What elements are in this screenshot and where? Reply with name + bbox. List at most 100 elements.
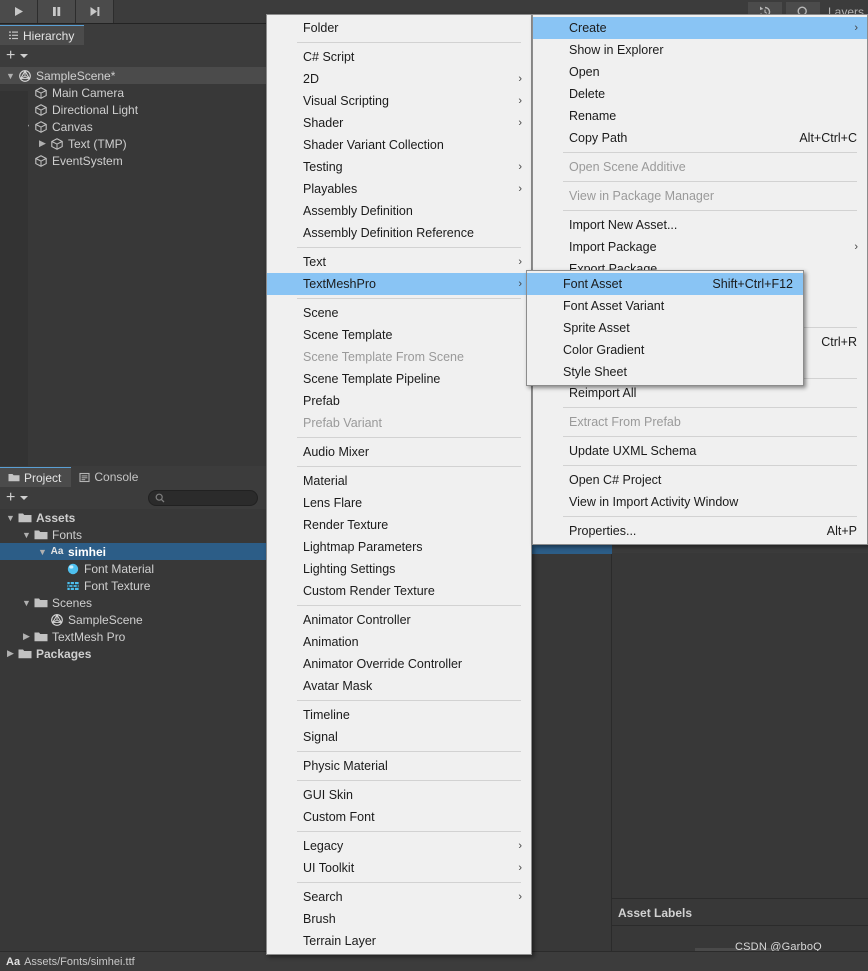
- menu-item[interactable]: Assembly Definition: [267, 200, 531, 222]
- project-item[interactable]: Font Material: [0, 560, 266, 577]
- menu-separator: [563, 465, 857, 466]
- tree-item-icon-wrap: [17, 69, 33, 83]
- menu-item[interactable]: Color Gradient: [527, 339, 803, 361]
- hierarchy-tabrow: Hierarchy: [0, 24, 266, 45]
- menu-item[interactable]: Signal: [267, 726, 531, 748]
- menu-item[interactable]: Animation: [267, 631, 531, 653]
- tab-project[interactable]: Project: [0, 467, 71, 487]
- create-context-menu[interactable]: FolderC# Script2D›Visual Scripting›Shade…: [266, 14, 532, 955]
- project-item[interactable]: Font Texture: [0, 577, 266, 594]
- hierarchy-item[interactable]: ▼SampleScene*: [0, 67, 266, 84]
- menu-item[interactable]: Copy PathAlt+Ctrl+C: [533, 127, 867, 149]
- menu-item[interactable]: C# Script: [267, 46, 531, 68]
- hierarchy-item[interactable]: EventSystem: [0, 152, 266, 169]
- project-item[interactable]: ▼Aasimhei: [0, 543, 266, 560]
- tab-project-label: Project: [24, 471, 61, 485]
- menu-item[interactable]: Font AssetShift+Ctrl+F12: [527, 273, 803, 295]
- project-item[interactable]: ▼Fonts: [0, 526, 266, 543]
- menu-item[interactable]: Timeline: [267, 704, 531, 726]
- project-item[interactable]: ▼Assets: [0, 509, 266, 526]
- menu-item[interactable]: Create›: [533, 17, 867, 39]
- step-button[interactable]: [76, 0, 114, 23]
- menu-item[interactable]: Open C# Project: [533, 469, 867, 491]
- menu-item[interactable]: Search›: [267, 886, 531, 908]
- menu-item[interactable]: Sprite Asset: [527, 317, 803, 339]
- menu-item[interactable]: Scene Template: [267, 324, 531, 346]
- menu-item[interactable]: Prefab: [267, 390, 531, 412]
- menu-item[interactable]: Scene Template Pipeline: [267, 368, 531, 390]
- menu-item[interactable]: Animator Override Controller: [267, 653, 531, 675]
- menu-item[interactable]: Avatar Mask: [267, 675, 531, 697]
- project-add-button[interactable]: +: [6, 490, 15, 506]
- menu-item[interactable]: Style Sheet: [527, 361, 803, 383]
- menu-item[interactable]: TextMeshPro›: [267, 273, 531, 295]
- project-item[interactable]: ▶TextMesh Pro: [0, 628, 266, 645]
- tab-hierarchy[interactable]: Hierarchy: [0, 25, 84, 45]
- project-item[interactable]: ▼Scenes: [0, 594, 266, 611]
- menu-separator: [297, 605, 521, 606]
- menu-item[interactable]: Lighting Settings: [267, 558, 531, 580]
- menu-item[interactable]: Open: [533, 61, 867, 83]
- hierarchy-tree[interactable]: ▼SampleScene*Main CameraDirectional Ligh…: [0, 67, 266, 169]
- project-item[interactable]: SampleScene: [0, 611, 266, 628]
- twisty-down-icon[interactable]: ▼: [20, 598, 33, 608]
- menu-item[interactable]: GUI Skin: [267, 784, 531, 806]
- menu-item[interactable]: Physic Material: [267, 755, 531, 777]
- tab-console[interactable]: Console: [71, 467, 148, 487]
- hierarchy-item[interactable]: Main Camera: [0, 84, 266, 101]
- menu-item[interactable]: Folder: [267, 17, 531, 39]
- menu-item[interactable]: Testing›: [267, 156, 531, 178]
- menu-item[interactable]: Animator Controller: [267, 609, 531, 631]
- menu-item[interactable]: Audio Mixer: [267, 441, 531, 463]
- menu-item[interactable]: Visual Scripting›: [267, 90, 531, 112]
- pause-button[interactable]: [38, 0, 76, 23]
- play-button[interactable]: [0, 0, 38, 23]
- menu-item[interactable]: Playables›: [267, 178, 531, 200]
- hierarchy-add-button[interactable]: +: [6, 48, 15, 64]
- menu-item[interactable]: Material: [267, 470, 531, 492]
- twisty-down-icon[interactable]: ▼: [20, 530, 33, 540]
- twisty-down-icon[interactable]: ▼: [4, 71, 17, 81]
- menu-item[interactable]: Legacy›: [267, 835, 531, 857]
- twisty-right-icon[interactable]: ▶: [36, 138, 49, 149]
- menu-item[interactable]: Text›: [267, 251, 531, 273]
- twisty-down-icon[interactable]: ▼: [4, 513, 17, 523]
- menu-item[interactable]: Render Texture: [267, 514, 531, 536]
- textmeshpro-submenu[interactable]: Font AssetShift+Ctrl+F12Font Asset Varia…: [526, 270, 804, 386]
- menu-item[interactable]: Rename: [533, 105, 867, 127]
- twisty-right-icon[interactable]: ▶: [20, 631, 33, 642]
- menu-item-label: C# Script: [303, 50, 354, 64]
- menu-item[interactable]: UI Toolkit›: [267, 857, 531, 879]
- hierarchy-item[interactable]: ▼Canvas: [0, 118, 266, 135]
- menu-item-label: Animator Controller: [303, 613, 411, 627]
- hierarchy-item[interactable]: ▶Text (TMP): [0, 135, 266, 152]
- menu-item[interactable]: Shader Variant Collection: [267, 134, 531, 156]
- menu-item[interactable]: Import Package›: [533, 236, 867, 258]
- menu-item[interactable]: Assembly Definition Reference: [267, 222, 531, 244]
- menu-item[interactable]: View in Import Activity Window: [533, 491, 867, 513]
- menu-item[interactable]: Brush: [267, 908, 531, 930]
- menu-item[interactable]: Show in Explorer: [533, 39, 867, 61]
- menu-item[interactable]: Delete: [533, 83, 867, 105]
- project-tree[interactable]: ▼Assets▼Fonts▼AasimheiFont MaterialFont …: [0, 509, 266, 662]
- menu-item[interactable]: Scene: [267, 302, 531, 324]
- menu-item[interactable]: Import New Asset...: [533, 214, 867, 236]
- menu-item-label: Reimport All: [569, 386, 636, 400]
- menu-item[interactable]: Font Asset Variant: [527, 295, 803, 317]
- menu-item[interactable]: Lightmap Parameters: [267, 536, 531, 558]
- twisty-down-icon[interactable]: ▼: [36, 547, 49, 557]
- menu-item[interactable]: Custom Font: [267, 806, 531, 828]
- hierarchy-item[interactable]: Directional Light: [0, 101, 266, 118]
- project-search-input[interactable]: [148, 490, 258, 506]
- menu-item[interactable]: Update UXML Schema: [533, 440, 867, 462]
- menu-item[interactable]: Custom Render Texture: [267, 580, 531, 602]
- menu-item[interactable]: Shader›: [267, 112, 531, 134]
- chevron-down-icon[interactable]: [20, 496, 28, 500]
- chevron-down-icon[interactable]: [20, 54, 28, 58]
- menu-item[interactable]: Terrain Layer: [267, 930, 531, 952]
- menu-item[interactable]: Lens Flare: [267, 492, 531, 514]
- project-item[interactable]: ▶Packages: [0, 645, 266, 662]
- menu-item[interactable]: 2D›: [267, 68, 531, 90]
- menu-item[interactable]: Properties...Alt+P: [533, 520, 867, 542]
- twisty-right-icon[interactable]: ▶: [4, 648, 17, 659]
